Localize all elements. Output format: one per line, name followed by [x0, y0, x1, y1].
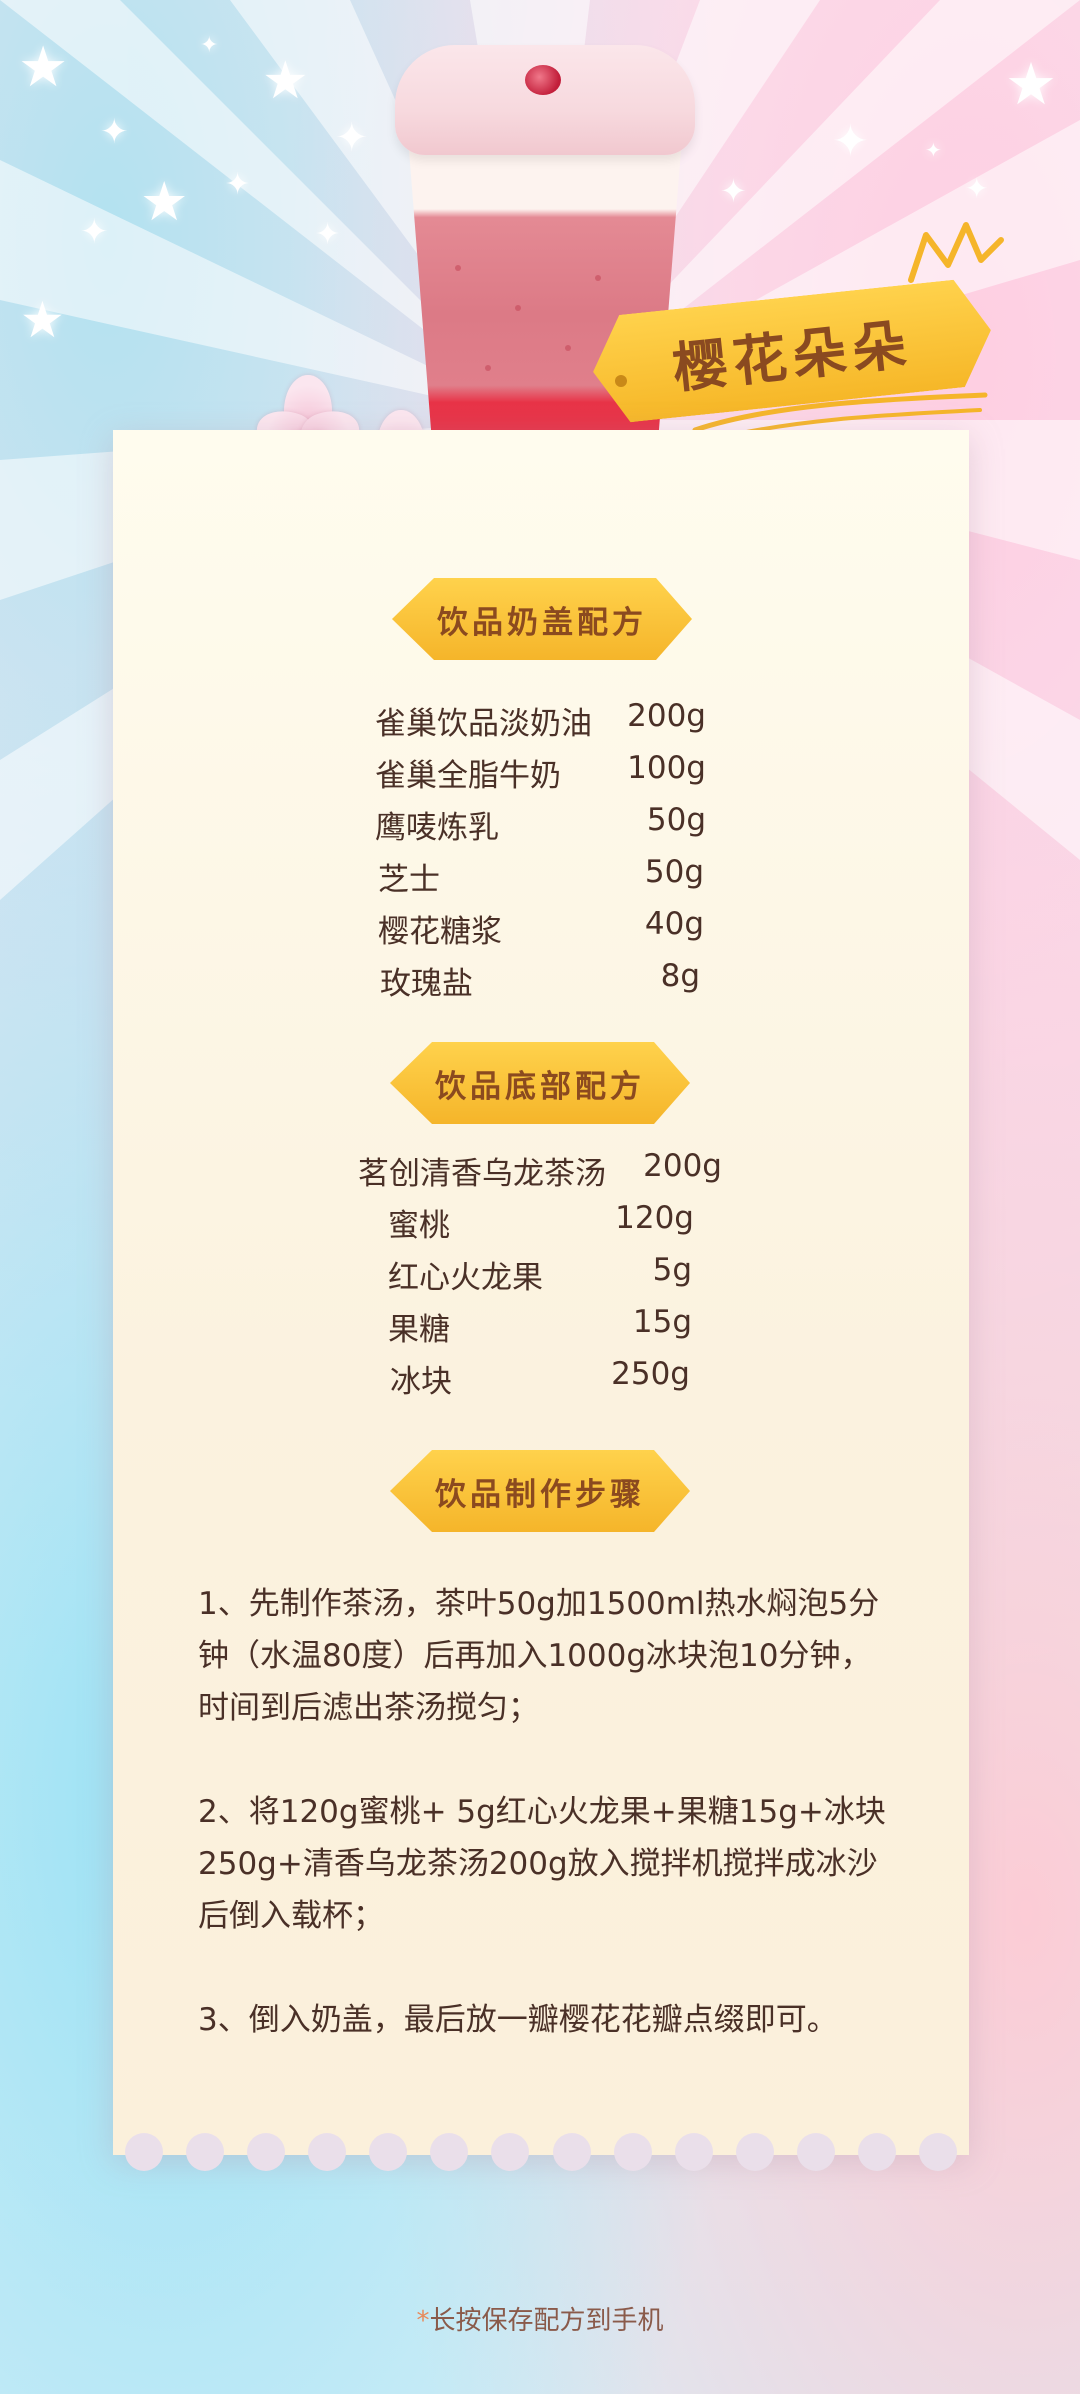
list-item: 玫瑰盐 — [380, 966, 473, 1002]
list-item-qty: 40g — [644, 906, 704, 942]
star-icon: ✦ — [100, 112, 129, 152]
list-item: 樱花糖浆 — [378, 914, 502, 950]
star-icon: ✦ — [720, 172, 747, 210]
step-item: 3、倒入奶盖，最后放一瓣樱花花瓣点缀即可。 — [198, 2002, 838, 2038]
star-icon: ✦ — [315, 217, 341, 252]
list-item-qty: 50g — [644, 854, 704, 890]
step-item: 2、将120g蜜桃+ 5g红心火龙果+果糖15g+冰块250g+清香乌龙茶汤20… — [198, 1794, 886, 1934]
list-item: 雀巢饮品淡奶油 — [375, 706, 592, 742]
list-item: 冰块 — [390, 1364, 452, 1400]
list-item-qty: 100g — [627, 750, 706, 786]
star-icon: ★ — [140, 170, 189, 233]
list-item: 蜜桃 — [388, 1208, 450, 1244]
list-item-qty: 8g — [660, 958, 700, 994]
list-item: 红心火龙果 — [388, 1260, 543, 1296]
list-item-qty: 200g — [643, 1148, 722, 1184]
list-item: 果糖 — [388, 1312, 450, 1348]
list-item: 芝士 — [378, 862, 440, 898]
list-item: 茗创清香乌龙茶汤 — [358, 1156, 606, 1192]
list-item-qty: 120g — [615, 1200, 694, 1236]
star-icon: ★ — [262, 51, 309, 111]
list-item-qty: 250g — [611, 1356, 690, 1392]
asterisk-icon: * — [416, 2306, 430, 2336]
save-hint-text: 长按保存配方到手机 — [429, 2306, 664, 2336]
section-heading-base: 饮品底部配方 — [390, 1042, 690, 1124]
tag-hole — [615, 375, 627, 387]
star-icon: ★ — [1005, 50, 1057, 118]
crown-icon — [908, 222, 1004, 283]
preparation-steps: 1、先制作茶汤，茶叶50g加1500ml热水焖泡5分钟（水温80度）后再加入10… — [198, 1578, 888, 2098]
list-item-qty: 15g — [632, 1304, 692, 1340]
section-heading-steps: 饮品制作步骤 — [390, 1450, 690, 1532]
card-scalloped-edge — [113, 2133, 969, 2173]
star-icon: ★ — [20, 291, 65, 349]
section-heading-topping: 饮品奶盖配方 — [392, 578, 692, 660]
list-item: 雀巢全脂牛奶 — [375, 758, 561, 794]
save-hint: *长按保存配方到手机 — [0, 2300, 1080, 2337]
list-item-qty: 200g — [627, 698, 706, 734]
star-icon: ✦ — [965, 172, 989, 205]
list-item-qty: 50g — [646, 802, 706, 838]
star-icon: ★ — [18, 35, 69, 100]
list-item: 鹰唛炼乳 — [375, 810, 499, 846]
list-item-qty: 5g — [652, 1252, 692, 1288]
star-icon: ✦ — [80, 212, 109, 252]
star-icon: ✦ — [335, 115, 369, 161]
rose-petal-icon — [525, 65, 561, 95]
star-icon: ✦ — [225, 167, 251, 202]
star-icon: ✦ — [200, 33, 219, 58]
step-item: 1、先制作茶汤，茶叶50g加1500ml热水焖泡5分钟（水温80度）后再加入10… — [198, 1586, 880, 1726]
star-icon: ✦ — [832, 116, 869, 167]
star-icon: ✦ — [925, 138, 942, 162]
